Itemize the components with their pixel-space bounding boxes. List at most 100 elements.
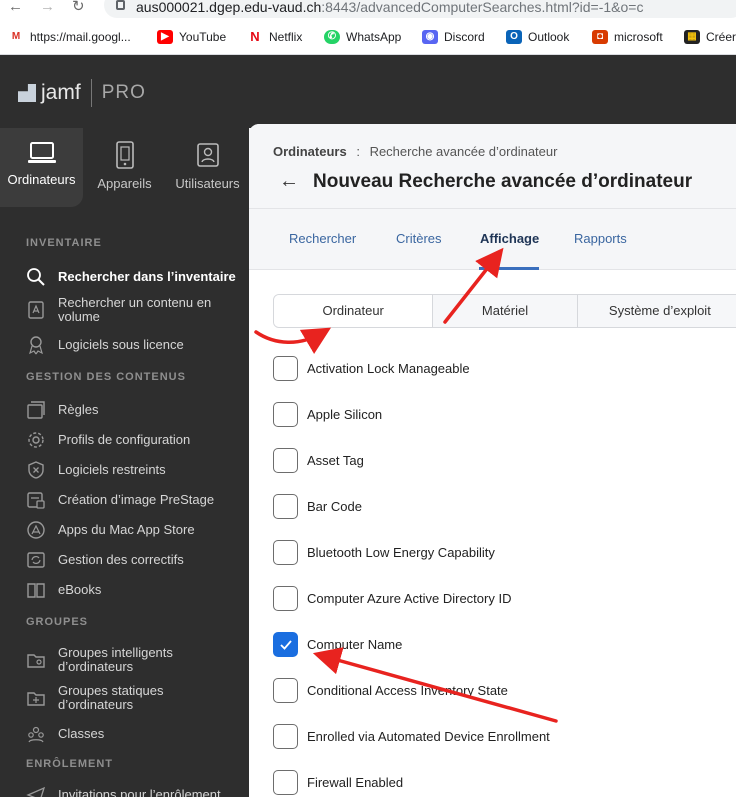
browser-toolbar: ← → ↻ aus000021.dgep.edu-vaud.ch:8443/ad… [0, 0, 736, 22]
sidebar-item-search-volume[interactable]: Rechercher un contenu en volume [26, 296, 246, 324]
sidebar-item-search-inventory[interactable]: Rechercher dans l’inventaire [26, 267, 246, 287]
section-enrollment: ENRÔLEMENT [26, 758, 113, 770]
back-arrow-icon[interactable]: ← [8, 0, 23, 14]
laptop-icon [27, 142, 56, 163]
ribbon-icon [26, 335, 46, 355]
whatsapp-icon: ✆ [324, 30, 340, 44]
bookmark-whatsapp[interactable]: ✆ WhatsApp [324, 30, 401, 44]
category-devices[interactable]: Appareils [83, 128, 166, 207]
smart-folder-icon [26, 650, 46, 670]
tab-affichage[interactable]: Affichage [480, 231, 539, 246]
url-text[interactable]: aus000021.dgep.edu-vaud.ch:8443/advanced… [136, 0, 643, 14]
sidebar-item-static-groups[interactable]: Groupes statiques d’ordinateurs [26, 684, 246, 712]
app-store-doc-icon [26, 300, 46, 320]
bookmark-creer[interactable]: ▦ Créer [684, 30, 736, 44]
jamf-logo-icon [18, 84, 36, 102]
sidebar: Ordinateurs Appareils Utilisateurs INVEN… [0, 128, 249, 797]
checkmark-icon [279, 639, 292, 650]
send-icon [26, 785, 46, 797]
search-icon [26, 267, 46, 287]
sidebar-item-mac-app-store[interactable]: Apps du Mac App Store [26, 520, 246, 540]
jamf-logo[interactable]: jamf PRO [18, 79, 146, 107]
bookmarks-bar: Mhttps://mail.googl... ▶ YouTube N Netflix… [0, 22, 736, 55]
category-switcher: Ordinateurs Appareils Utilisateurs [0, 128, 249, 207]
field-row[interactable]: Firewall Enabled [273, 770, 733, 795]
classes-icon [26, 724, 46, 744]
app-store-icon [26, 520, 46, 540]
page-title: ← Nouveau Recherche avancée d’ordinateur [279, 170, 693, 193]
youtube-icon: ▶ [157, 30, 173, 44]
shield-x-icon [26, 460, 46, 480]
field-row[interactable]: Bluetooth Low Energy Capability [273, 540, 733, 565]
tab-rapports[interactable]: Rapports [574, 231, 627, 246]
app-header: jamf PRO [0, 55, 736, 128]
sidebar-item-restricted-software[interactable]: Logiciels restreints [26, 460, 246, 480]
subtab-materiel[interactable]: Matériel [433, 295, 578, 327]
subtab-systeme[interactable]: Système d’exploit [578, 295, 736, 327]
field-row[interactable]: Activation Lock Manageable [273, 356, 733, 381]
forward-arrow-icon[interactable]: → [40, 0, 55, 14]
section-groups: GROUPES [26, 616, 89, 628]
checkbox[interactable] [273, 448, 298, 473]
breadcrumb: Ordinateurs : Recherche avancée d’ordina… [273, 144, 557, 159]
section-inventory: INVENTAIRE [26, 237, 102, 249]
sidebar-item-ebooks[interactable]: eBooks [26, 580, 246, 600]
bookmark-youtube[interactable]: ▶ YouTube [157, 30, 226, 44]
prestage-icon [26, 490, 46, 510]
patch-icon [26, 550, 46, 570]
discord-icon: ◉ [422, 30, 438, 44]
sidebar-item-smart-groups[interactable]: Groupes intelligents d’ordinateurs [26, 646, 246, 674]
reload-icon[interactable]: ↻ [72, 0, 85, 14]
active-tab-indicator [479, 267, 539, 270]
bookmark-outlook[interactable]: O Outlook [506, 30, 569, 44]
checkbox[interactable] [273, 540, 298, 565]
sidebar-item-prestage[interactable]: Création d’image PreStage [26, 490, 246, 510]
field-row[interactable]: Computer Name [273, 632, 733, 657]
tab-bar: Rechercher Critères Affichage Rapports [249, 208, 736, 270]
bookmark-discord[interactable]: ◉ Discord [422, 30, 485, 44]
breadcrumb-separator: : [356, 144, 360, 159]
devices-icon [115, 141, 134, 169]
checkbox[interactable] [273, 724, 298, 749]
sidebar-item-classes[interactable]: Classes [26, 724, 246, 744]
lock-icon [116, 0, 125, 10]
gear-icon [26, 430, 46, 450]
sidebar-item-enrollment-invitations[interactable]: Invitations pour l’enrôlement [26, 785, 246, 797]
subtab-ordinateur[interactable]: Ordinateur [274, 295, 434, 327]
section-content-management: GESTION DES CONTENUS [26, 371, 186, 383]
tab-rechercher[interactable]: Rechercher [289, 231, 356, 246]
grid-icon: ▦ [684, 30, 700, 44]
gmail-icon: M [8, 30, 24, 44]
users-icon [196, 143, 219, 167]
bookmark-netflix[interactable]: N Netflix [247, 30, 302, 44]
sidebar-item-patch-management[interactable]: Gestion des correctifs [26, 550, 246, 570]
office-icon: ◘ [592, 30, 608, 44]
tab-criteres[interactable]: Critères [396, 231, 442, 246]
checkbox[interactable] [273, 402, 298, 427]
field-row[interactable]: Bar Code [273, 494, 733, 519]
field-row[interactable]: Asset Tag [273, 448, 733, 473]
sidebar-item-config-profiles[interactable]: Profils de configuration [26, 430, 246, 450]
bookmark-gmail[interactable]: Mhttps://mail.googl... [8, 30, 131, 44]
checkbox[interactable] [273, 356, 298, 381]
checkbox[interactable] [273, 770, 298, 795]
sidebar-item-policies[interactable]: Règles [26, 400, 246, 420]
field-row[interactable]: Computer Azure Active Directory ID [273, 586, 733, 611]
checkbox[interactable] [273, 494, 298, 519]
field-row[interactable]: Apple Silicon [273, 402, 733, 427]
netflix-icon: N [247, 30, 263, 44]
bookmark-microsoft[interactable]: ◘ microsoft [592, 30, 663, 44]
field-row[interactable]: Conditional Access Inventory State [273, 678, 733, 703]
category-computers[interactable]: Ordinateurs [0, 128, 83, 207]
breadcrumb-parent[interactable]: Ordinateurs [273, 144, 347, 159]
category-users[interactable]: Utilisateurs [166, 128, 249, 207]
sidebar-item-licensed-software[interactable]: Logiciels sous licence [26, 335, 246, 355]
checkbox[interactable] [273, 678, 298, 703]
book-icon [26, 580, 46, 600]
back-arrow-icon[interactable]: ← [279, 170, 299, 193]
breadcrumb-current: Recherche avancée d’ordinateur [369, 144, 558, 159]
field-row[interactable]: Enrolled via Automated Device Enrollment [273, 724, 733, 749]
policies-icon [26, 400, 46, 420]
checkbox[interactable] [273, 586, 298, 611]
checkbox-checked[interactable] [273, 632, 298, 657]
